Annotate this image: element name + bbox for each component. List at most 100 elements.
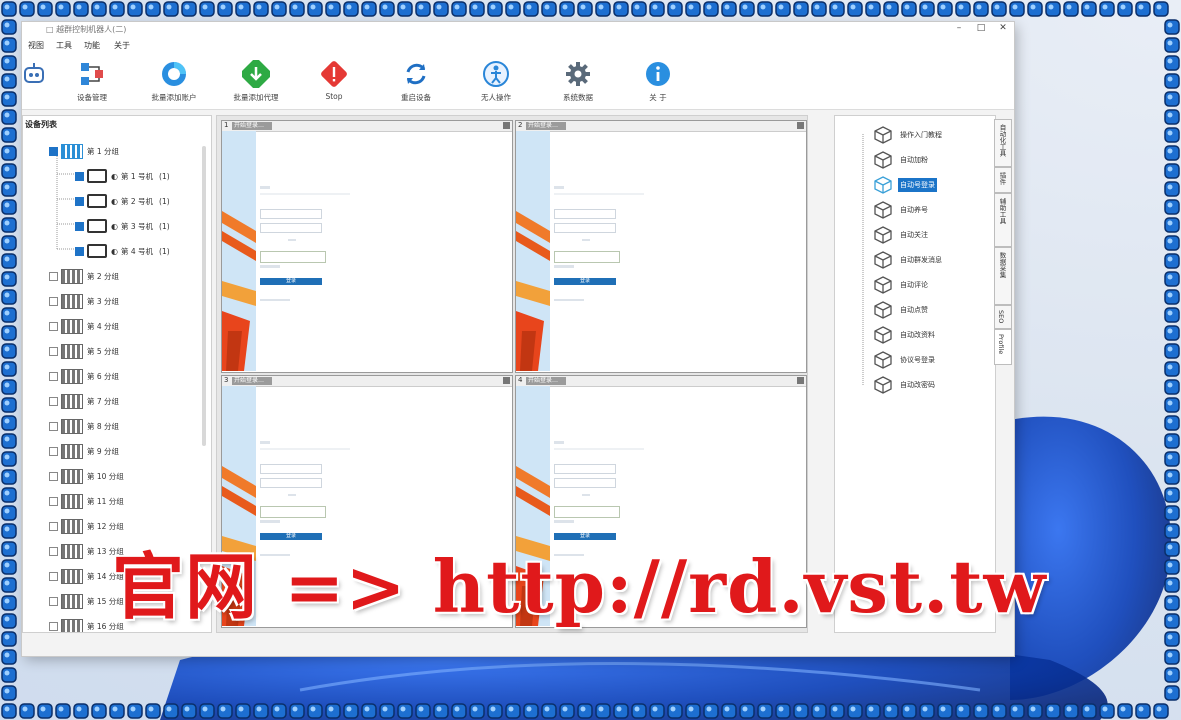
- tree-group[interactable]: 第 3 分组: [49, 290, 119, 312]
- pane-tab[interactable]: 开始登录…: [232, 122, 272, 130]
- group-checkbox[interactable]: [49, 296, 58, 306]
- username-input[interactable]: [260, 209, 322, 219]
- group-checkbox[interactable]: [49, 621, 58, 631]
- group-checkbox[interactable]: [49, 546, 58, 556]
- device-checkbox[interactable]: [75, 171, 84, 181]
- tree-group[interactable]: 第 4 分组: [49, 315, 119, 337]
- toolbar-label: 无人操作: [481, 93, 511, 102]
- tree-device[interactable]: ◐ 第 2 号机 (1): [75, 190, 170, 212]
- group-checkbox[interactable]: [49, 146, 58, 156]
- function-label: 协议号登录: [900, 356, 935, 364]
- group-label: 第 7 分组: [87, 396, 120, 406]
- pane-close-icon[interactable]: [797, 377, 804, 384]
- tree-device[interactable]: ◐ 第 1 号机 (1): [75, 165, 170, 187]
- group-checkbox[interactable]: [49, 446, 58, 456]
- function-item[interactable]: 自动改密码: [873, 374, 937, 396]
- system-data-button[interactable]: 系统数据: [538, 60, 618, 103]
- group-checkbox[interactable]: [49, 471, 58, 481]
- title-bar: □ 越群控制机器人(二) – □ ✕: [22, 22, 1014, 38]
- password-input[interactable]: [554, 478, 616, 488]
- group-checkbox[interactable]: [49, 371, 58, 381]
- function-item[interactable]: 自动群发消息: [873, 249, 944, 271]
- menu-functions[interactable]: 功能: [84, 40, 100, 51]
- captcha-input[interactable]: [260, 251, 326, 263]
- pane-close-icon[interactable]: [797, 122, 804, 129]
- device-settings-button[interactable]: 设备管理: [52, 60, 132, 103]
- pane-close-icon[interactable]: [503, 377, 510, 384]
- password-input[interactable]: [260, 478, 322, 488]
- function-item[interactable]: 自动点赞: [873, 299, 930, 321]
- server-group-icon: [61, 593, 83, 609]
- function-item[interactable]: 自动评论: [873, 274, 930, 296]
- function-item[interactable]: 协议号登录: [873, 349, 937, 371]
- vertical-tab[interactable]: Profile: [994, 329, 1012, 365]
- username-input[interactable]: [554, 209, 616, 219]
- group-checkbox[interactable]: [49, 346, 58, 356]
- tree-group[interactable]: 第 2 分组: [49, 265, 119, 287]
- browser-pane[interactable]: 1 开始登录… 登录: [221, 120, 513, 373]
- vertical-tab[interactable]: 插件: [994, 167, 1012, 193]
- tree-device[interactable]: ◐ 第 3 号机 (1): [75, 215, 170, 237]
- menu-about[interactable]: 关于: [114, 40, 130, 51]
- captcha-input[interactable]: [260, 506, 326, 518]
- browser-pane[interactable]: 2 开始登录… 登录: [515, 120, 807, 373]
- close-button[interactable]: ✕: [996, 23, 1010, 33]
- batch-add-accounts-button[interactable]: 批量添加账户: [134, 60, 214, 103]
- group-checkbox[interactable]: [49, 396, 58, 406]
- toolbar-label: 批量添加账户: [151, 93, 197, 102]
- password-input[interactable]: [260, 223, 322, 233]
- maximize-button[interactable]: □: [974, 23, 988, 33]
- tree-group[interactable]: 第 9 分组: [49, 440, 119, 462]
- function-item[interactable]: 自动关注: [873, 224, 930, 246]
- window-title: □ 越群控制机器人(二): [46, 25, 127, 34]
- tree-group[interactable]: 第 8 分组: [49, 415, 119, 437]
- username-input[interactable]: [260, 464, 322, 474]
- tree-device[interactable]: ◐ 第 4 号机 (1): [75, 240, 170, 262]
- tree-group[interactable]: 第 10 分组: [49, 465, 124, 487]
- pane-tab[interactable]: 开始登录…: [526, 122, 566, 130]
- vertical-tab[interactable]: SEO: [994, 305, 1012, 329]
- stop-button[interactable]: Stop: [294, 60, 374, 101]
- login-button[interactable]: 登录: [260, 278, 322, 285]
- captcha-input[interactable]: [554, 506, 620, 518]
- login-button[interactable]: 登录: [554, 278, 616, 285]
- group-checkbox[interactable]: [49, 521, 58, 531]
- tree-group[interactable]: 第 1 分组: [49, 140, 119, 162]
- function-item[interactable]: 自动号登录: [873, 174, 937, 196]
- group-checkbox[interactable]: [49, 496, 58, 506]
- about-button[interactable]: 关 于: [618, 60, 698, 103]
- group-checkbox[interactable]: [49, 571, 58, 581]
- pane-tab[interactable]: 开始登录…: [526, 377, 566, 385]
- username-input[interactable]: [554, 464, 616, 474]
- vertical-tab[interactable]: 辅助工具: [994, 193, 1012, 247]
- tree-group[interactable]: 第 7 分组: [49, 390, 119, 412]
- menu-tools[interactable]: 工具: [56, 40, 72, 51]
- vertical-tab[interactable]: 自动化工具: [994, 119, 1012, 167]
- group-checkbox[interactable]: [49, 421, 58, 431]
- cube-icon: [874, 326, 892, 344]
- minimize-button[interactable]: –: [952, 23, 966, 33]
- function-item[interactable]: 操作入门教程: [873, 124, 944, 146]
- group-checkbox[interactable]: [49, 596, 58, 606]
- tree-group[interactable]: 第 6 分组: [49, 365, 119, 387]
- function-item[interactable]: 自动加粉: [873, 149, 930, 171]
- device-checkbox[interactable]: [75, 221, 84, 231]
- password-input[interactable]: [554, 223, 616, 233]
- group-checkbox[interactable]: [49, 271, 58, 281]
- device-checkbox[interactable]: [75, 196, 84, 206]
- group-label: 第 6 分组: [87, 371, 120, 381]
- tree-group[interactable]: 第 5 分组: [49, 340, 119, 362]
- pane-close-icon[interactable]: [503, 122, 510, 129]
- tree-group[interactable]: 第 11 分组: [49, 490, 124, 512]
- pane-tab[interactable]: 开始登录…: [232, 377, 272, 385]
- restart-device-button[interactable]: 重启设备: [376, 60, 456, 103]
- vertical-tab[interactable]: 数据采集: [994, 247, 1012, 305]
- device-checkbox[interactable]: [75, 246, 84, 256]
- batch-add-proxy-button[interactable]: 批量添加代理: [216, 60, 296, 103]
- menu-view[interactable]: 视图: [28, 40, 44, 51]
- unattended-button[interactable]: 无人操作: [456, 60, 536, 103]
- group-checkbox[interactable]: [49, 321, 58, 331]
- captcha-input[interactable]: [554, 251, 620, 263]
- function-item[interactable]: 自动养号: [873, 199, 930, 221]
- function-item[interactable]: 自动改资料: [873, 324, 937, 346]
